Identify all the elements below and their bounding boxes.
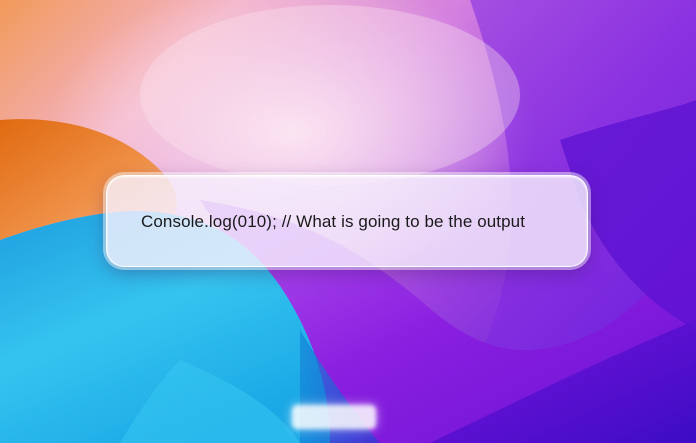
- dock-hint: [292, 405, 376, 429]
- card-text: Console.log(010); // What is going to be…: [141, 212, 526, 231]
- text-card: Console.log(010); // What is going to be…: [106, 175, 588, 267]
- desktop: Console.log(010); // What is going to be…: [0, 0, 696, 443]
